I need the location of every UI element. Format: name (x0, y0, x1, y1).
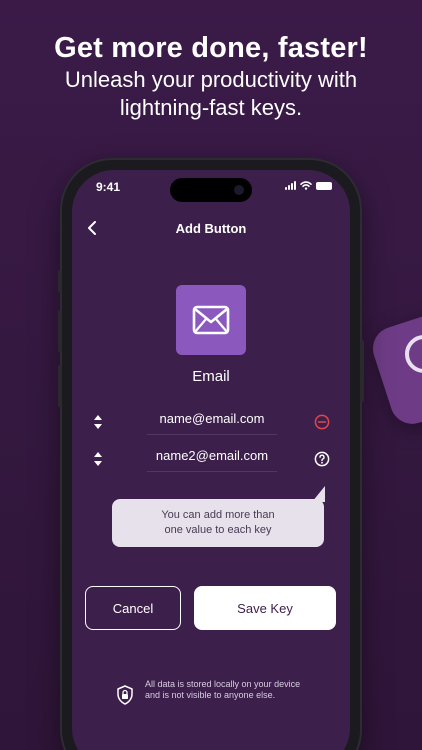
envelope-icon (192, 305, 230, 335)
dynamic-island (170, 178, 252, 202)
key-icon-button[interactable] (176, 285, 246, 355)
status-time: 9:41 (96, 180, 121, 194)
page-title: Add Button (175, 221, 247, 236)
value-input[interactable]: name2@email.com (147, 445, 277, 472)
side-button-volume-up (58, 310, 62, 352)
value-input[interactable]: name@email.com (147, 408, 277, 435)
side-button-power (360, 340, 364, 402)
status-icons (285, 181, 332, 190)
signal-icon (285, 181, 296, 190)
phone-frame: 9:41 Add Button Email name@email.com nam… (58, 160, 364, 750)
battery-icon (316, 182, 332, 190)
key-name[interactable]: Email (72, 368, 350, 385)
value-row: name@email.com (72, 408, 350, 438)
remove-circle-icon[interactable] (314, 414, 330, 430)
reorder-handle-icon[interactable] (92, 412, 104, 432)
camera-icon (234, 185, 244, 195)
promo-headline: Get more done, faster! (54, 32, 368, 64)
privacy-note: All data is stored locally on your devic… (145, 679, 301, 700)
side-button-silent (58, 270, 62, 292)
value-row: name2@email.com (72, 445, 350, 475)
tooltip-text: You can add more than one value to each … (161, 509, 275, 536)
wifi-icon (300, 181, 312, 190)
side-button-volume-down (58, 365, 62, 407)
help-circle-icon[interactable] (314, 451, 330, 467)
phone-screen: 9:41 Add Button Email name@email.com nam… (72, 170, 350, 750)
save-key-button[interactable]: Save Key (194, 586, 336, 630)
tooltip: You can add more than one value to each … (112, 499, 324, 547)
promo-subheadline: Unleash your productivity with lightning… (64, 67, 358, 120)
cancel-button[interactable]: Cancel (85, 586, 181, 630)
reorder-handle-icon[interactable] (92, 449, 104, 469)
lock-shield-icon (117, 685, 133, 705)
